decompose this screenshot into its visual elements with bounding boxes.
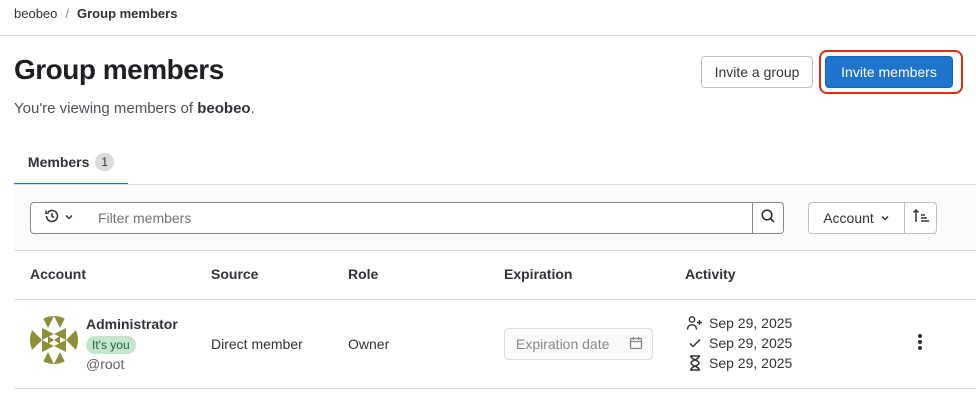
tab-members[interactable]: Members 1 xyxy=(14,140,128,185)
sort-field-label: Account xyxy=(823,210,874,226)
column-header-activity: Activity xyxy=(685,266,736,282)
member-name[interactable]: Administrator xyxy=(86,316,178,332)
chevron-down-icon xyxy=(64,209,74,227)
member-role: Owner xyxy=(348,336,390,352)
search-button[interactable] xyxy=(752,202,784,234)
last-sign-in-date: Sep 29, 2025 xyxy=(709,355,793,371)
breadcrumb-current: Group members xyxy=(77,6,178,21)
column-header-role: Role xyxy=(348,266,379,282)
page-description-prefix: You're viewing members of xyxy=(14,100,198,117)
calendar-icon xyxy=(629,336,643,353)
activity-last-sign-in: Sep 29, 2025 xyxy=(686,355,792,371)
activity-member-since: Sep 29, 2025 xyxy=(686,315,792,331)
page-description: You're viewing members of beobeo. xyxy=(14,100,255,117)
member-actions-button[interactable] xyxy=(910,333,930,356)
expiration-date-placeholder: Expiration date xyxy=(516,336,610,352)
avatar[interactable] xyxy=(30,316,78,364)
breadcrumb: beobeo / Group members xyxy=(14,6,177,21)
member-since-date: Sep 29, 2025 xyxy=(709,315,793,331)
expiration-date-input[interactable]: Expiration date xyxy=(504,328,653,360)
page-description-group: beobeo xyxy=(197,100,251,117)
chevron-down-icon xyxy=(880,210,890,226)
user-plus-icon xyxy=(686,315,703,331)
tab-members-count: 1 xyxy=(95,152,115,171)
activity-last-activity: Sep 29, 2025 xyxy=(686,335,792,351)
sort-direction-button[interactable] xyxy=(904,202,937,234)
page-title: Group members xyxy=(14,54,224,85)
column-header-account: Account xyxy=(30,266,86,282)
check-icon xyxy=(686,335,703,351)
table-header-divider xyxy=(14,299,976,300)
last-activity-date: Sep 29, 2025 xyxy=(709,335,793,351)
its-you-badge: It's you xyxy=(86,336,136,354)
table-row-divider xyxy=(14,388,976,389)
invite-members-button[interactable]: Invite members xyxy=(825,56,953,88)
more-vertical-icon xyxy=(917,333,923,356)
sort-icon xyxy=(912,208,930,229)
history-icon xyxy=(44,208,60,229)
sort-field-dropdown[interactable]: Account xyxy=(808,202,905,234)
filter-members-input[interactable] xyxy=(87,202,753,234)
breadcrumb-group-link[interactable]: beobeo xyxy=(14,6,57,21)
recent-searches-button[interactable] xyxy=(30,202,88,234)
column-header-expiration: Expiration xyxy=(504,266,573,282)
member-source: Direct member xyxy=(211,336,303,352)
column-header-source: Source xyxy=(211,266,259,282)
invite-group-button[interactable]: Invite a group xyxy=(701,56,813,88)
member-username: @root xyxy=(86,356,125,372)
page-description-suffix: . xyxy=(250,100,255,117)
tab-members-label: Members xyxy=(27,153,90,170)
search-icon xyxy=(760,208,776,229)
top-divider xyxy=(0,35,976,36)
hourglass-icon xyxy=(686,355,703,371)
breadcrumb-separator: / xyxy=(65,6,70,21)
